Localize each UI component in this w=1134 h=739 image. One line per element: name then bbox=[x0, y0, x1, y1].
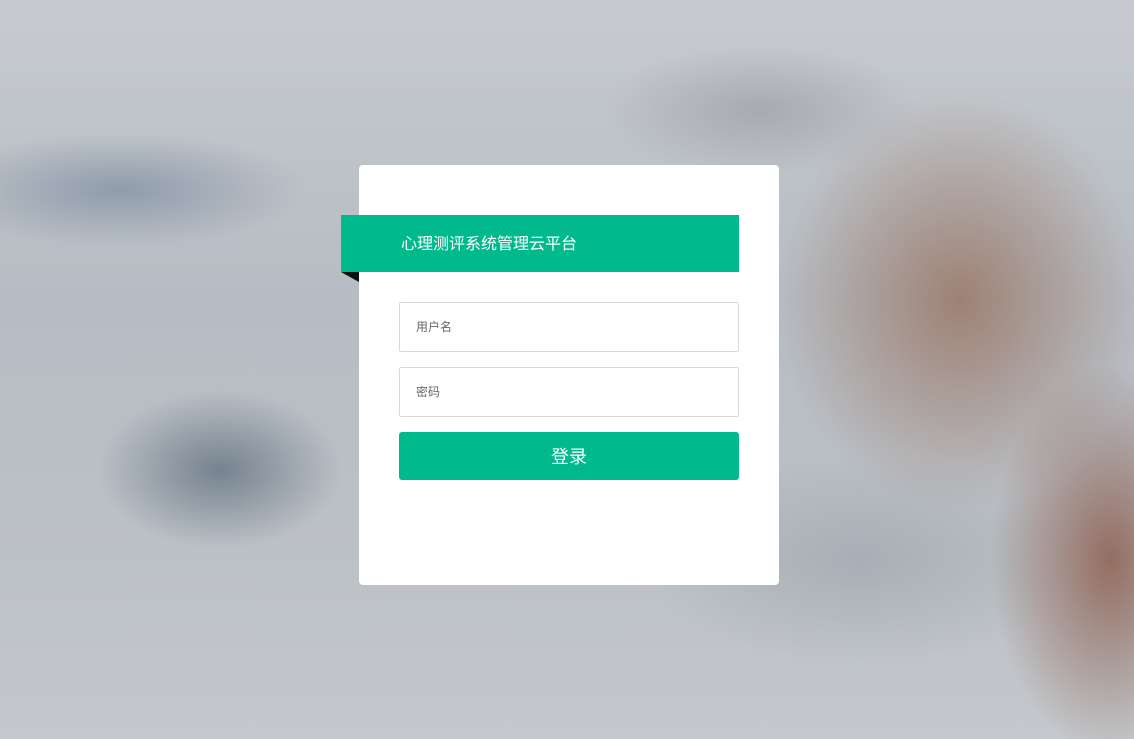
banner-fold-shadow bbox=[341, 272, 359, 282]
username-input[interactable] bbox=[399, 302, 739, 352]
login-button[interactable]: 登录 bbox=[399, 432, 739, 480]
platform-title-banner: 心理测评系统管理云平台 bbox=[341, 215, 739, 272]
password-input[interactable] bbox=[399, 367, 739, 417]
login-card: 心理测评系统管理云平台 登录 bbox=[341, 165, 779, 585]
platform-title: 心理测评系统管理云平台 bbox=[401, 234, 578, 253]
